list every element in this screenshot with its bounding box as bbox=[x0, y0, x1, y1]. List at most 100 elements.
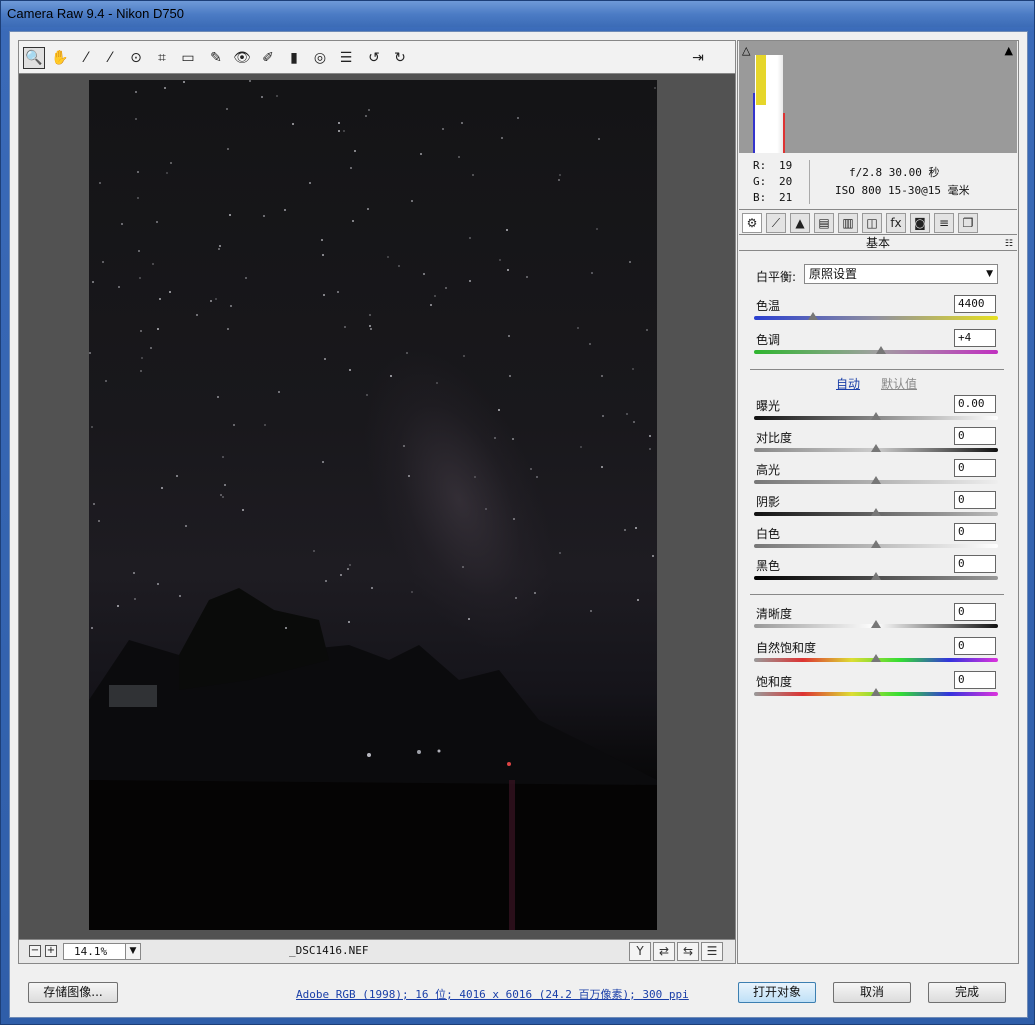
contrast-value-field[interactable]: 0 bbox=[954, 427, 996, 445]
shadows-value-field[interactable]: 0 bbox=[954, 491, 996, 509]
highlight-clipping-icon[interactable]: ▲ bbox=[1005, 44, 1013, 57]
tint-slider-thumb[interactable] bbox=[875, 346, 886, 354]
tab-split-toning-icon[interactable]: ▥ bbox=[838, 213, 858, 233]
star bbox=[93, 503, 95, 505]
title-bar[interactable]: Camera Raw 9.4 - Nikon D750 bbox=[1, 1, 1034, 27]
vibrance-value-field[interactable]: 0 bbox=[954, 637, 996, 655]
zoom-level-field[interactable]: 14.1% bbox=[63, 943, 133, 960]
panel-menu-icon[interactable]: ☷ bbox=[1005, 236, 1013, 252]
g-value: 20 bbox=[779, 175, 793, 188]
star bbox=[654, 87, 656, 89]
star bbox=[469, 280, 471, 282]
zoom-out-button[interactable]: − bbox=[29, 945, 41, 957]
straighten-tool-icon[interactable]: ▭ bbox=[177, 47, 199, 69]
star bbox=[261, 96, 263, 98]
save-image-button[interactable]: 存储图像... bbox=[28, 982, 118, 1003]
adjustment-brush-tool-icon[interactable]: ✐ bbox=[257, 47, 279, 69]
copy-settings-icon[interactable]: ⇆ bbox=[677, 942, 699, 961]
clarity-slider-thumb[interactable] bbox=[871, 620, 881, 628]
tab-tone-curve-icon[interactable]: ⟋ bbox=[766, 213, 786, 233]
tab-lens-corrections-icon[interactable]: ◫ bbox=[862, 213, 882, 233]
star bbox=[649, 448, 651, 450]
preferences-tool-icon[interactable]: ☰ bbox=[335, 47, 357, 69]
star bbox=[233, 424, 235, 426]
image-preview-area[interactable] bbox=[18, 74, 736, 940]
open-preferences-icon[interactable]: ⇥ bbox=[687, 47, 709, 69]
white-balance-tool-icon[interactable]: ⁄ bbox=[75, 47, 97, 69]
star bbox=[134, 598, 136, 600]
tab-basic-icon[interactable]: ⚙ bbox=[742, 213, 762, 233]
hand-tool-icon[interactable]: ✋ bbox=[49, 47, 71, 69]
blacks-value-field[interactable]: 0 bbox=[954, 555, 996, 573]
rotate-left-tool-icon[interactable]: ↺ bbox=[363, 47, 385, 69]
saturation-slider-thumb[interactable] bbox=[871, 688, 881, 696]
shadow-clipping-icon[interactable]: △ bbox=[742, 44, 750, 57]
star bbox=[118, 286, 120, 288]
temperature-value-field[interactable]: 4400 bbox=[954, 295, 996, 313]
radial-filter-tool-icon[interactable]: ◎ bbox=[309, 47, 331, 69]
star bbox=[494, 437, 496, 439]
star bbox=[138, 250, 140, 252]
tab-presets-icon[interactable]: ≡ bbox=[934, 213, 954, 233]
star bbox=[445, 287, 447, 289]
star bbox=[507, 269, 509, 271]
star bbox=[633, 421, 635, 423]
tab-effects-icon[interactable]: fx bbox=[886, 213, 906, 233]
star bbox=[183, 81, 185, 83]
tint-value-field[interactable]: +4 bbox=[954, 329, 996, 347]
highlights-slider-thumb[interactable] bbox=[871, 476, 881, 484]
exposure-value-field[interactable]: 0.00 bbox=[954, 395, 996, 413]
zoom-tool-icon[interactable]: 🔍 bbox=[23, 47, 45, 69]
crop-tool-icon[interactable]: ⌗ bbox=[151, 47, 173, 69]
saturation-value-field[interactable]: 0 bbox=[954, 671, 996, 689]
clarity-value-field[interactable]: 0 bbox=[954, 603, 996, 621]
graduated-filter-tool-icon[interactable]: ▮ bbox=[283, 47, 305, 69]
zoom-dropdown-icon[interactable]: ▼ bbox=[125, 943, 141, 960]
star bbox=[371, 587, 373, 589]
red-eye-tool-icon[interactable]: 👁 bbox=[231, 47, 253, 69]
star bbox=[590, 610, 592, 612]
targeted-adjustment-tool-icon[interactable]: ⊙ bbox=[125, 47, 147, 69]
star bbox=[598, 138, 600, 140]
shadows-slider-thumb[interactable] bbox=[871, 508, 881, 516]
temperature-slider-thumb[interactable] bbox=[807, 312, 818, 320]
tab-camera-calibration-icon[interactable]: ◙ bbox=[910, 213, 930, 233]
star bbox=[215, 298, 217, 300]
zoom-in-button[interactable]: + bbox=[45, 945, 57, 957]
exposure-slider-thumb[interactable] bbox=[871, 412, 881, 420]
tab-detail-icon[interactable]: ▲ bbox=[790, 213, 810, 233]
workflow-options-link[interactable]: Adobe RGB (1998); 16 位; 4016 x 6016 (24.… bbox=[296, 986, 689, 1002]
chevron-down-icon: ▼ bbox=[986, 269, 993, 279]
star bbox=[185, 525, 187, 527]
histogram: △ ▲ bbox=[739, 41, 1017, 153]
swap-settings-icon[interactable]: ⇄ bbox=[653, 942, 675, 961]
contrast-slider-thumb[interactable] bbox=[871, 444, 881, 452]
open-object-button[interactable]: 打开对象 bbox=[738, 982, 816, 1003]
tab-snapshots-icon[interactable]: ❐ bbox=[958, 213, 978, 233]
whites-value-field[interactable]: 0 bbox=[954, 523, 996, 541]
star bbox=[406, 352, 408, 354]
white-balance-select[interactable]: 原照设置 ▼ bbox=[804, 264, 998, 284]
blacks-slider-thumb[interactable] bbox=[871, 572, 881, 580]
iso-focal-length: ISO 800 15-30@15 毫米 bbox=[835, 184, 970, 197]
before-after-view-icon[interactable]: Y bbox=[629, 942, 651, 961]
auto-link[interactable]: 自动 bbox=[836, 375, 860, 392]
toggle-settings-icon[interactable]: ☰ bbox=[701, 942, 723, 961]
star bbox=[469, 237, 471, 239]
default-link[interactable]: 默认值 bbox=[881, 375, 917, 392]
whites-slider-thumb[interactable] bbox=[871, 540, 881, 548]
clarity-label: 清晰度 bbox=[756, 607, 793, 621]
color-sampler-tool-icon[interactable]: ⁄ bbox=[99, 47, 121, 69]
rotate-right-tool-icon[interactable]: ↻ bbox=[389, 47, 411, 69]
star bbox=[508, 335, 510, 337]
highlights-value-field[interactable]: 0 bbox=[954, 459, 996, 477]
temperature-slider-track[interactable] bbox=[754, 316, 998, 320]
cancel-button[interactable]: 取消 bbox=[833, 982, 911, 1003]
star bbox=[140, 370, 142, 372]
done-button[interactable]: 完成 bbox=[928, 982, 1006, 1003]
preview-image[interactable] bbox=[89, 80, 657, 930]
tab-hsl-icon[interactable]: ▤ bbox=[814, 213, 834, 233]
star bbox=[512, 438, 514, 440]
spot-removal-tool-icon[interactable]: ✎ bbox=[205, 47, 227, 69]
vibrance-slider-thumb[interactable] bbox=[871, 654, 881, 662]
